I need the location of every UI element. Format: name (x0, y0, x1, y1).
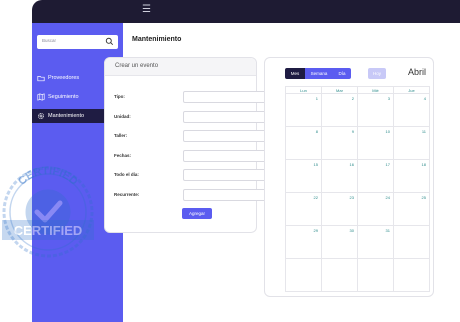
calendar-day-cell[interactable] (321, 258, 358, 292)
badge-arc-text: CERTIFIED (16, 165, 80, 188)
tipo-field[interactable] (183, 91, 276, 103)
calendar-day-cell[interactable]: 29 (285, 225, 322, 259)
calendar-day-cell[interactable]: 11 (393, 126, 430, 160)
calendar-day-cell[interactable]: 25 (393, 192, 430, 226)
calendar-day-number: 16 (349, 162, 354, 167)
calendar-day-number: 31 (385, 228, 390, 233)
folder-icon (37, 76, 45, 82)
calendar-title: Abril (408, 67, 427, 77)
gear-icon (38, 113, 44, 119)
sidebar-item-label: Mantenimiento (48, 113, 85, 119)
field-label-tipo: Tipo: (114, 94, 125, 99)
calendar-day-cell[interactable]: 31 (357, 225, 394, 259)
view-day-button[interactable]: Día (333, 68, 351, 79)
svg-text:CERTIFIED: CERTIFIED (16, 165, 80, 188)
badge-text: CERTIFIED (14, 223, 83, 238)
calendar-day-cell[interactable] (393, 258, 430, 292)
calendar-day-cell[interactable]: 8 (285, 126, 322, 160)
field-label-todo-el-dia: Todo el día: (114, 172, 139, 177)
sidebar-item-label: Seguimiento (48, 94, 79, 100)
view-week-button[interactable]: Semana (305, 68, 333, 79)
calendar-day-cell[interactable]: 17 (357, 159, 394, 193)
calendar-day-cell[interactable]: 24 (357, 192, 394, 226)
calendar-day-number: 30 (349, 228, 354, 233)
calendar-day-number: 29 (313, 228, 318, 233)
view-month-button[interactable]: Mes (285, 68, 305, 79)
calendar-day-number: 11 (421, 129, 426, 134)
calendar-day-number: 24 (385, 195, 390, 200)
calendar-day-number: 25 (421, 195, 426, 200)
search-input[interactable]: Buscar (42, 38, 56, 43)
calendar-day-number: 3 (387, 96, 390, 101)
page-title: Mantenimiento (132, 36, 182, 43)
calendar-day-cell[interactable]: 3 (357, 93, 394, 127)
calendar-day-cell[interactable]: 4 (393, 93, 430, 127)
calendar-card: Mes Semana Día Hoy Abril Lun Mar Mié Jue 1 2 3… (264, 57, 434, 297)
calendar-day-cell[interactable]: 16 (321, 159, 358, 193)
calendar-day-number: 4 (423, 96, 426, 101)
calendar-day-cell[interactable]: 23 (321, 192, 358, 226)
field-label-fechas: Fechas: (114, 153, 132, 158)
calendar-day-number: 8 (315, 129, 318, 134)
calendar-day-cell[interactable]: 18 (393, 159, 430, 193)
recurrente-field[interactable] (183, 189, 276, 201)
sidebar-item-label: Proveedores (48, 75, 80, 81)
calendar-day-number: 9 (351, 129, 354, 134)
form-title: Crear un evento (115, 63, 159, 69)
search-icon[interactable] (105, 37, 114, 46)
calendar-day-number: 23 (349, 195, 354, 200)
calendar-day-number: 10 (385, 129, 390, 134)
form-header: Crear un evento (105, 58, 256, 76)
taller-field[interactable] (183, 130, 276, 142)
calendar-day-cell[interactable] (393, 225, 430, 259)
calendar-day-cell[interactable] (285, 258, 322, 292)
add-event-button[interactable]: Agregar (182, 208, 212, 219)
top-bar: ☰ (32, 0, 460, 23)
hamburger-icon[interactable]: ☰ (142, 4, 151, 15)
fechas-field[interactable] (183, 150, 276, 162)
search-box[interactable]: Buscar (37, 35, 118, 49)
unidad-field[interactable] (183, 111, 276, 123)
certified-stamp-icon: CERTIFIED CERTIFIED (2, 165, 94, 258)
calendar-day-number: 18 (421, 162, 426, 167)
calendar-day-number: 17 (385, 162, 390, 167)
field-label-unidad: Unidad: (114, 114, 131, 119)
todo-el-dia-field[interactable] (183, 169, 276, 181)
calendar-day-cell[interactable]: 2 (321, 93, 358, 127)
calendar-day-number: 15 (313, 162, 318, 167)
calendar-day-cell[interactable]: 22 (285, 192, 322, 226)
calendar-day-cell[interactable]: 30 (321, 225, 358, 259)
calendar-day-cell[interactable]: 9 (321, 126, 358, 160)
create-event-form: Crear un evento Tipo: Unidad: Taller: Fe… (104, 57, 276, 233)
calendar-day-number: 22 (313, 195, 318, 200)
calendar-day-cell[interactable]: 10 (357, 126, 394, 160)
calendar-day-number: 2 (351, 96, 354, 101)
today-button[interactable]: Hoy (368, 68, 386, 79)
map-icon (37, 93, 45, 101)
calendar-day-cell[interactable]: 15 (285, 159, 322, 193)
calendar-day-cell[interactable]: 1 (285, 93, 322, 127)
field-label-taller: Taller: (114, 133, 128, 138)
calendar-day-cell[interactable] (357, 258, 394, 292)
field-label-recurrente: Recurrente: (114, 192, 140, 197)
calendar-day-number: 1 (315, 96, 318, 101)
